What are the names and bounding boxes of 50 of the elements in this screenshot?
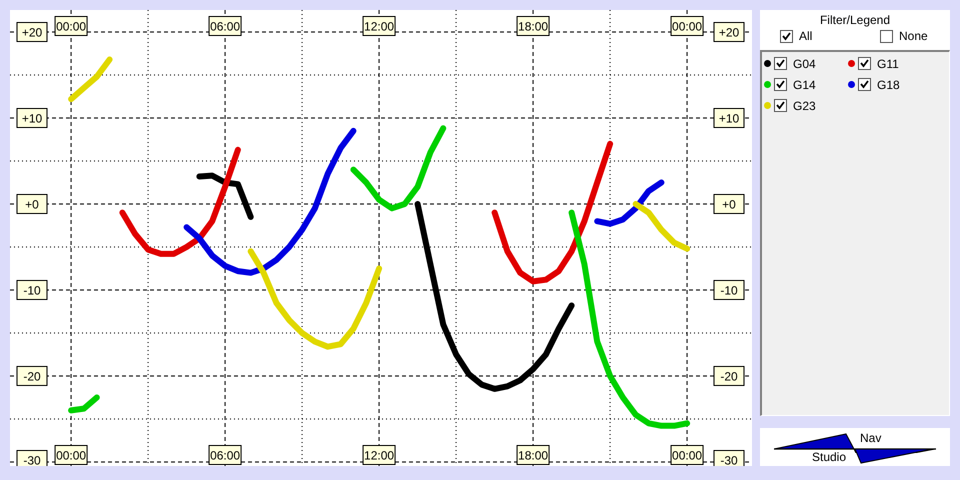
series-label: G18: [877, 78, 900, 92]
checkbox[interactable]: [780, 30, 793, 42]
tick-label: 06:00: [208, 16, 242, 36]
checkbox-label: All: [799, 29, 812, 43]
tick-label: 00:00: [670, 445, 704, 465]
tick-label: 00:00: [54, 445, 88, 465]
tick-label: 00:00: [54, 16, 88, 36]
checkbox[interactable]: [858, 78, 871, 91]
y-tick-label: +0: [25, 197, 40, 212]
tick-label: +20: [16, 22, 48, 42]
tick-label: -10: [16, 280, 48, 300]
legend-title: Filter/Legend: [820, 13, 890, 27]
tick-label: +20: [714, 22, 744, 42]
tick-label: +0: [16, 194, 48, 214]
y-tick-label: -10: [23, 283, 41, 298]
x-tick-label: 00:00: [56, 20, 86, 34]
tick-label: -10: [714, 280, 744, 300]
tick-label: 18:00: [516, 16, 550, 36]
x-tick-label: 06:00: [210, 20, 240, 34]
tick-label: +10: [714, 108, 744, 128]
x-tick-label: 12:00: [364, 20, 394, 34]
tick-label: 06:00: [208, 445, 242, 465]
checkbox[interactable]: [774, 78, 787, 91]
checkbox[interactable]: [774, 57, 787, 70]
tick-label: +0: [714, 194, 744, 214]
tick-label: 12:00: [362, 16, 396, 36]
x-tick-label: 00:00: [672, 20, 702, 34]
y-tick-label: -20: [23, 369, 41, 384]
tick-label: -20: [16, 366, 48, 386]
tick-label: 12:00: [362, 445, 396, 465]
tick-label: 18:00: [516, 445, 550, 465]
tick-label: 00:00: [670, 16, 704, 36]
tick-label: +10: [16, 108, 48, 128]
checkbox[interactable]: [880, 30, 893, 42]
tick-label: -30: [16, 450, 48, 466]
checkbox[interactable]: [858, 57, 871, 70]
series-label: G04: [793, 56, 816, 70]
series-label: G11: [877, 56, 899, 70]
x-tick-label: 18:00: [518, 20, 548, 34]
logo-text: Nav: [860, 431, 882, 445]
y-tick-label: +10: [22, 112, 42, 126]
checkbox-label: None: [899, 29, 928, 43]
checkbox[interactable]: [774, 99, 787, 112]
y-tick-label: -30: [23, 454, 41, 468]
y-tick-label: +20: [22, 26, 42, 40]
series-label: G14: [793, 78, 816, 92]
series-label: G23: [793, 98, 816, 112]
tick-label: -20: [714, 366, 744, 386]
logo-text: Studio: [812, 450, 846, 464]
tick-label: -30: [714, 450, 744, 466]
